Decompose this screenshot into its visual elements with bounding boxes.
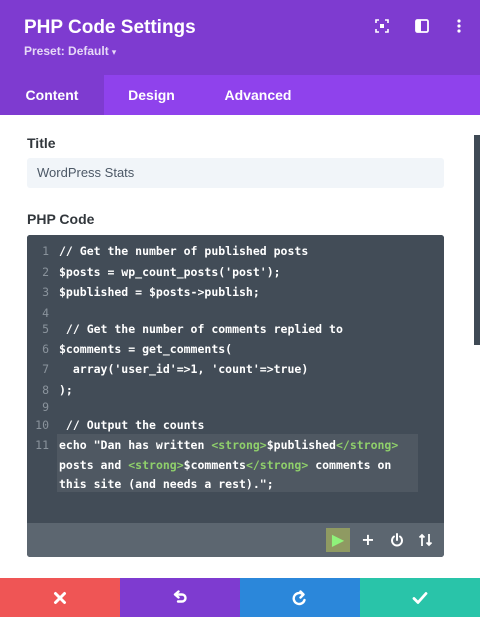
code-line: 8); (27, 382, 444, 399)
code-editor[interactable]: 1 // Get the number of published posts 2 $… (27, 235, 444, 557)
tab-design[interactable]: Design (104, 75, 199, 115)
content-panel: Title WordPress Stats PHP Code 1 // Get t… (0, 115, 480, 578)
line-number: 6 (42, 342, 49, 356)
line-text: // Get the number of published posts (59, 244, 309, 258)
line-text: // Get the number of comments replied to (59, 322, 343, 336)
discard-button[interactable] (0, 578, 120, 617)
code-area[interactable]: 1 // Get the number of published posts 2 $… (27, 235, 444, 523)
preset-selector[interactable]: Preset: Default ▾ (24, 44, 116, 58)
line-text: ); (59, 383, 73, 397)
action-footer (0, 578, 480, 617)
line-number: 11 (35, 438, 49, 452)
line-number: 4 (42, 306, 49, 320)
code-line: 9 (27, 399, 444, 416)
code-line: 2 $posts = wp_count_posts('post'); (27, 264, 444, 281)
modal-title: PHP Code Settings (24, 17, 196, 38)
panel-scrollbar[interactable] (474, 135, 480, 345)
redo-icon (292, 590, 306, 606)
preset-label: Preset: Default (24, 44, 109, 58)
code-line: this site (and needs a rest)."; (27, 476, 444, 493)
focus-icon[interactable] (374, 18, 392, 36)
plus-icon[interactable]: + (356, 528, 380, 552)
sort-icon[interactable] (414, 528, 438, 552)
line-text: $posts = wp_count_posts('post'); (59, 265, 281, 279)
html-tag-token: <strong> (211, 438, 267, 452)
line-number: 10 (35, 418, 49, 432)
line-text: // Output the counts (59, 418, 205, 432)
code-line: 10 // Output the counts (27, 417, 444, 434)
line-number: 9 (42, 400, 49, 414)
tab-advanced[interactable]: Advanced (205, 75, 311, 115)
power-icon[interactable] (385, 528, 409, 552)
line-text: $published = $posts->publish; (59, 285, 260, 299)
code-line: 7 array('user_id'=>1, 'count'=>true) (27, 361, 444, 378)
line-text: this site (and needs a rest)."; (59, 477, 274, 491)
line-number: 3 (42, 285, 49, 299)
title-label: Title (27, 135, 56, 151)
code-line: 4 (27, 305, 444, 322)
line-text: echo "Dan has written <strong>$published… (59, 438, 399, 452)
more-options-icon[interactable] (451, 18, 469, 36)
html-tag-token: </strong> (335, 438, 399, 452)
split-view-icon[interactable] (414, 18, 432, 36)
caret-down-icon: ▾ (111, 47, 117, 57)
line-number: 5 (42, 322, 49, 336)
code-line: 1 // Get the number of published posts (27, 243, 444, 260)
line-text: $comments = get_comments( (59, 342, 233, 356)
line-number: 7 (42, 362, 49, 376)
html-tag-token: <strong> (128, 458, 184, 472)
code-line: 5 // Get the number of comments replied … (27, 321, 444, 338)
line-number: 8 (42, 383, 49, 397)
code-line: 6 $comments = get_comments( (27, 341, 444, 358)
play-icon[interactable]: ▶ (326, 528, 350, 552)
line-number: 2 (42, 265, 49, 279)
code-toolbar: ▶ + (27, 523, 444, 557)
undo-button[interactable] (120, 578, 240, 617)
html-tag-token: </strong> (245, 458, 309, 472)
tab-content[interactable]: Content (0, 75, 104, 115)
redo-button[interactable] (240, 578, 360, 617)
settings-tabs: Content Design Advanced (0, 75, 480, 115)
code-line: 3 $published = $posts->publish; (27, 284, 444, 301)
code-line: 11 echo "Dan has written <strong>$publish… (27, 437, 444, 454)
close-icon (54, 592, 66, 604)
line-number: 1 (42, 244, 49, 258)
php-code-label: PHP Code (27, 211, 95, 227)
title-input[interactable]: WordPress Stats (27, 158, 444, 188)
modal-header: PHP Code Settings Preset: Default ▾ (0, 0, 480, 75)
code-line: posts and <strong>$comments</strong> com… (27, 457, 444, 474)
line-text: posts and <strong>$comments</strong> com… (59, 458, 392, 472)
line-text: array('user_id'=>1, 'count'=>true) (59, 362, 309, 376)
save-button[interactable] (360, 578, 480, 617)
check-icon (412, 592, 428, 604)
undo-icon (173, 590, 187, 603)
